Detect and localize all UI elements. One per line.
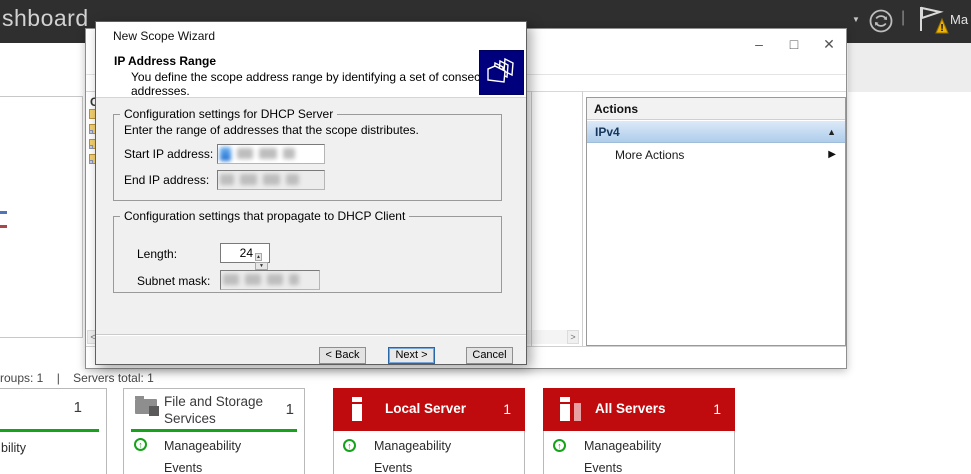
tile-local-server[interactable]: Local Server 1 ↑ Manageability Events	[333, 388, 525, 474]
tile-title-line1: File and Storage	[164, 394, 264, 409]
spin-down-button[interactable]: ▼	[255, 262, 268, 270]
group-legend: Configuration settings for DHCP Server	[124, 107, 334, 121]
tile-count: 1	[73, 399, 82, 416]
length-value: 24	[239, 246, 253, 260]
wizard-window-title: New Scope Wizard	[113, 29, 216, 43]
actions-item-more-actions[interactable]: More Actions ▶	[587, 144, 845, 166]
tile-row-manageability[interactable]: Manageability	[374, 439, 451, 453]
next-button[interactable]: Next >	[388, 347, 435, 364]
button-area-divider	[96, 334, 526, 336]
manageability-up-icon: ↑	[343, 439, 356, 452]
new-scope-wizard-dialog: New Scope Wizard IP Address Range You de…	[95, 21, 527, 365]
actions-group-label: IPv4	[595, 125, 620, 139]
actions-pane: Actions IPv4 ▲ More Actions ▶	[586, 97, 846, 346]
pane-divider[interactable]	[531, 91, 532, 346]
tile-row-events[interactable]: Events	[164, 461, 202, 474]
length-spinner[interactable]: 24 ▲ ▼	[220, 243, 270, 270]
end-ip-label: End IP address:	[124, 173, 210, 187]
length-label: Length:	[137, 247, 178, 261]
subnet-mask-input[interactable]	[220, 270, 320, 290]
manageability-up-icon: ↑	[553, 439, 566, 452]
scroll-right-button[interactable]: >	[567, 330, 579, 344]
dashboard-title-fragment: shboard	[2, 5, 89, 31]
tile-all-servers[interactable]: All Servers 1 ↑ Manageability Events	[543, 388, 735, 474]
redacted-ip-value	[220, 174, 305, 187]
tile-row-events[interactable]: Events	[584, 461, 622, 474]
welcome-tile-partial	[0, 96, 83, 338]
tile-header-red[interactable]: Local Server 1	[333, 388, 525, 431]
redacted-subnet-value	[223, 274, 305, 287]
servers-icon	[560, 397, 570, 421]
chevron-down-icon[interactable]: ▼	[852, 15, 860, 24]
svg-text:!: !	[940, 23, 943, 34]
subnet-mask-label: Subnet mask:	[137, 274, 211, 288]
pane-divider[interactable]	[582, 91, 583, 346]
role-tile-partial[interactable]: 1 bility	[0, 388, 107, 474]
tile-title: Local Server	[385, 401, 467, 416]
refresh-icon[interactable]	[868, 8, 894, 34]
maximize-button[interactable]: □	[784, 36, 804, 52]
back-button[interactable]: < Back	[319, 347, 366, 364]
group-legend: Configuration settings that propagate to…	[124, 209, 406, 223]
tile-status-line	[0, 429, 99, 432]
collapse-icon[interactable]: ▲	[827, 121, 836, 143]
group-dhcp-server-settings: Configuration settings for DHCP Server E…	[113, 107, 502, 201]
dashboard-link-fragment[interactable]	[0, 211, 7, 214]
titlebar-separator: |	[901, 9, 906, 26]
actions-item-label: More Actions	[615, 148, 685, 162]
tile-count: 1	[503, 401, 511, 417]
start-ip-label: Start IP address:	[124, 147, 214, 161]
wizard-page-description: You define the scope address range by id…	[131, 70, 520, 98]
servers-total-status: roups: 1 | Servers total: 1	[0, 371, 154, 385]
minimize-button[interactable]: –	[749, 36, 769, 52]
close-button[interactable]: ✕	[819, 36, 839, 53]
actions-group-ipv4[interactable]: IPv4 ▲	[587, 121, 845, 143]
group-dhcp-client-settings: Configuration settings that propagate to…	[113, 209, 502, 293]
tile-file-storage-services[interactable]: File and Storage Services 1 ↑ Manageabil…	[123, 388, 305, 474]
servers-icon-overlay	[574, 403, 581, 421]
tile-title: All Servers	[595, 401, 666, 416]
manageability-up-icon: ↑	[134, 438, 147, 451]
tile-row-manageability[interactable]: Manageability	[164, 439, 241, 453]
spin-up-button[interactable]: ▲	[255, 253, 262, 261]
tile-header-red[interactable]: All Servers 1	[543, 388, 735, 431]
dashboard-link-fragment[interactable]	[0, 225, 7, 228]
notification-flag-icon[interactable]: !	[916, 5, 950, 39]
tile-count: 1	[285, 401, 294, 418]
tile-title-line2: Services	[164, 411, 216, 426]
end-ip-input[interactable]	[217, 170, 325, 190]
tile-count: 1	[713, 401, 721, 417]
tile-status-line	[131, 429, 297, 432]
redacted-ip-value	[220, 147, 301, 161]
tile-row-manageability[interactable]: Manageability	[584, 439, 661, 453]
submenu-expand-icon: ▶	[828, 149, 836, 160]
manage-menu-fragment[interactable]: Ma	[950, 12, 968, 27]
wizard-page-heading: IP Address Range	[114, 54, 217, 68]
file-storage-icon	[135, 396, 159, 416]
dashboard-toolbar-band	[848, 43, 971, 92]
actions-pane-header: Actions	[587, 98, 845, 120]
screen: shboard ▼ | ! Ma roups: 1 | Servers tota…	[0, 0, 971, 474]
start-ip-input[interactable]	[217, 144, 325, 164]
range-instruction: Enter the range of addresses that the sc…	[124, 123, 419, 137]
server-icon	[352, 397, 362, 421]
tile-row-events[interactable]: Events	[374, 461, 412, 474]
wizard-header: New Scope Wizard IP Address Range You de…	[96, 22, 526, 98]
cancel-button[interactable]: Cancel	[466, 347, 513, 364]
tile-row-fragment[interactable]: bility	[1, 441, 26, 455]
dhcp-wizard-icon	[479, 50, 524, 95]
